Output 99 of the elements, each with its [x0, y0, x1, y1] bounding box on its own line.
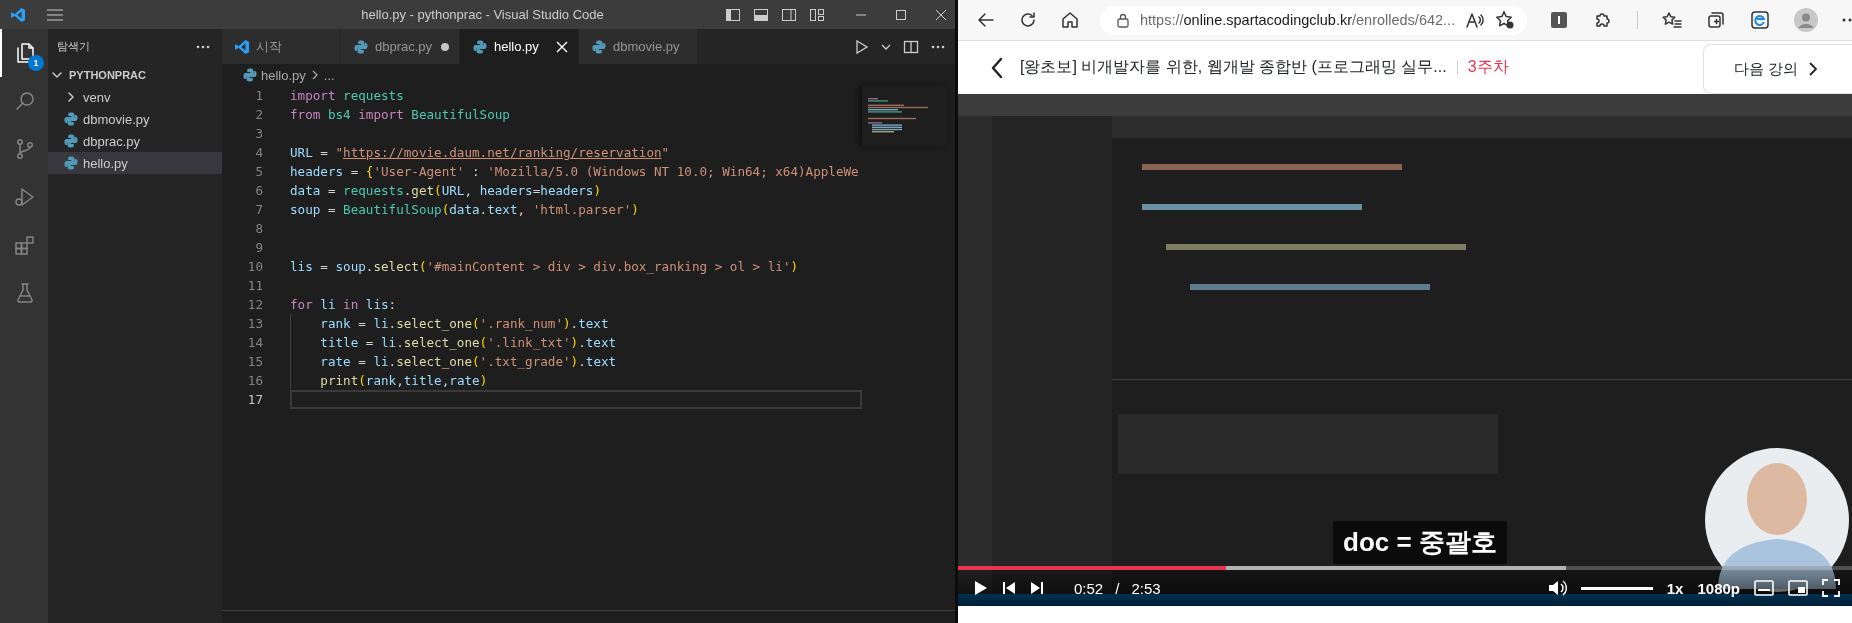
- python-file-icon: [63, 111, 79, 127]
- code-line: headers = {'User-Agent' : 'Mozilla/5.0 (Windows NT 10.0; Win64; x64)AppleWe: [290, 164, 859, 179]
- mini-player-icon[interactable]: [1788, 580, 1808, 596]
- captions-icon[interactable]: [1754, 580, 1774, 596]
- line-number: 14: [246, 335, 263, 350]
- refresh-icon[interactable]: [1018, 10, 1038, 30]
- python-file-icon: [472, 38, 488, 55]
- line-number: 17: [246, 392, 263, 407]
- favorite-add-icon[interactable]: [1495, 10, 1516, 30]
- code-line: lis = soup.select('#mainContent > div > div.box_ranking > ol > li'): [290, 259, 799, 274]
- search-icon: [13, 89, 37, 113]
- code-line: data = requests.get(URL, headers=headers): [290, 183, 601, 198]
- code-line: print(rank,title,rate): [320, 373, 488, 388]
- address-field[interactable]: https://online.spartacodingclub.kr/enrolleds/642...: [1100, 5, 1528, 35]
- window-title: hello.py - pythonprac - Visual Studio Code: [360, 7, 605, 22]
- grid-layout-icon[interactable]: [809, 6, 825, 23]
- profile-avatar-icon[interactable]: [1794, 8, 1819, 32]
- more-icon[interactable]: [931, 44, 945, 49]
- line-number: 1: [254, 88, 263, 103]
- line-number: 4: [254, 145, 263, 160]
- skip-back-icon[interactable]: [1002, 581, 1016, 595]
- folder-item[interactable]: PYTHONPRAC: [48, 64, 222, 86]
- panel-layout-icon[interactable]: [753, 6, 769, 23]
- python-file-icon: [242, 67, 258, 83]
- subtitle-caption: doc = 중괄호: [1333, 521, 1507, 564]
- maximize-icon[interactable]: [895, 8, 907, 21]
- speed-button[interactable]: 1x: [1666, 579, 1684, 597]
- python-file-icon: [353, 38, 369, 55]
- line-number: 16: [246, 373, 263, 388]
- line-number: 8: [254, 221, 263, 236]
- url-text: https://online.spartacodingclub.kr/enrolleds/642...: [1140, 12, 1456, 28]
- code-line: rate = li.select_one('.txt_grade').text: [320, 354, 617, 369]
- line-number: 12: [246, 297, 263, 312]
- chevron-right-icon: [1808, 62, 1819, 76]
- code-line: import requests: [290, 88, 404, 103]
- line-number: 9: [254, 240, 263, 255]
- line-number: 10: [246, 259, 263, 274]
- vscode-logo-icon: [10, 6, 26, 23]
- line-number: 11: [246, 278, 263, 293]
- file-item[interactable]: dbprac.py: [48, 130, 222, 152]
- code-line: for li in lis:: [290, 297, 397, 312]
- code-line: URL = "https://movie.daum.net/ranking/reservation": [290, 145, 670, 160]
- line-number: 2: [254, 107, 263, 122]
- line-number: 13: [246, 316, 263, 331]
- extension-icon[interactable]: [1549, 10, 1570, 30]
- line-number: 5: [254, 164, 263, 179]
- lock-icon: [1116, 12, 1130, 28]
- line-number: 15: [246, 354, 263, 369]
- folder-item[interactable]: venv: [48, 86, 222, 108]
- sidebar-layout-icon[interactable]: [725, 6, 741, 23]
- volume-icon[interactable]: [1546, 579, 1567, 597]
- code-line: from bs4 import BeautifulSoup: [290, 107, 510, 122]
- quality-button[interactable]: 1080p: [1697, 579, 1740, 597]
- editor-tab[interactable]: dbprac.py: [341, 29, 460, 64]
- python-file-icon: [63, 155, 79, 171]
- file-item[interactable]: dbmovie.py: [48, 108, 222, 130]
- next-lesson-button[interactable]: 다음 강의: [1703, 44, 1852, 94]
- python-file-icon: [63, 133, 79, 149]
- read-aloud-icon[interactable]: [1465, 11, 1486, 29]
- editor-tab[interactable]: 시작: [222, 29, 341, 64]
- code-line: rank = li.select_one('.rank_num').text: [320, 316, 609, 331]
- course-title: [왕초보] 비개발자를 위한, 웹개발 종합반 (프로그래밍 실무...: [1020, 57, 1447, 77]
- editor-tab[interactable]: hello.py: [460, 29, 579, 64]
- back-chevron-icon[interactable]: [990, 56, 1004, 79]
- editor-tab[interactable]: dbmovie.py: [579, 29, 698, 64]
- notification-badge: 1: [28, 55, 44, 71]
- skip-forward-icon[interactable]: [1030, 581, 1044, 595]
- breadcrumb-item[interactable]: hello.py: [261, 67, 306, 83]
- progress-track[interactable]: [958, 566, 1852, 570]
- favorites-icon[interactable]: [1662, 10, 1683, 30]
- run-debug-icon: [13, 185, 37, 209]
- code-line: soup = BeautifulSoup(data.text, 'html.parser'): [290, 202, 639, 217]
- back-icon[interactable]: [976, 10, 996, 30]
- collections-icon[interactable]: [1706, 10, 1727, 30]
- run-icon[interactable]: [855, 38, 869, 55]
- line-number: 6: [254, 183, 263, 198]
- duration-time: 2:53: [1131, 579, 1161, 597]
- close-icon[interactable]: [935, 8, 947, 21]
- play-icon[interactable]: [974, 580, 988, 596]
- current-time: 0:52: [1074, 579, 1104, 597]
- ie-mode-icon[interactable]: [1750, 10, 1771, 30]
- file-item[interactable]: hello.py: [48, 152, 222, 174]
- fullscreen-icon[interactable]: [1822, 579, 1840, 597]
- split-layout-icon[interactable]: [781, 6, 797, 23]
- week-label: 3주차: [1467, 57, 1509, 77]
- volume-slider[interactable]: [1580, 586, 1653, 590]
- breadcrumb-item[interactable]: ...: [323, 67, 335, 83]
- sidebar-title: 탐색기: [57, 39, 90, 54]
- more-icon[interactable]: [196, 44, 210, 49]
- code-line: title = li.select_one('.link_txt').text: [320, 335, 617, 350]
- vscode-logo-icon: [234, 38, 250, 55]
- python-file-icon: [591, 38, 607, 55]
- split-editor-icon[interactable]: [903, 38, 919, 55]
- line-number: 3: [254, 126, 263, 141]
- line-number: 7: [254, 202, 263, 217]
- time-separator: /: [1115, 579, 1120, 597]
- menu-icon[interactable]: [46, 7, 64, 22]
- extensions-icon: [13, 233, 37, 257]
- home-icon[interactable]: [1060, 10, 1080, 30]
